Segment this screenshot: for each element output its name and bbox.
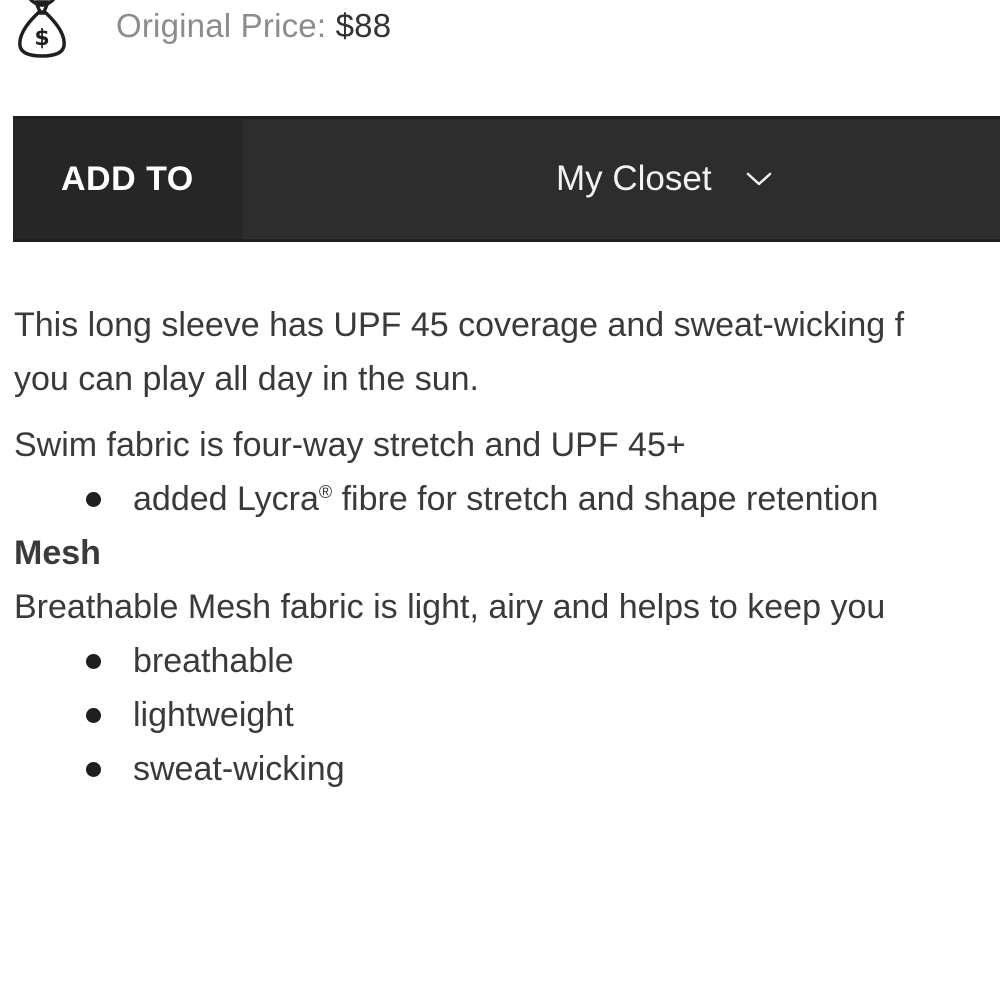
product-details-page: $ Original Price: $88 ADD TO My Closet T… (0, 0, 1000, 1000)
original-price-value: $88 (335, 7, 392, 44)
description-intro-line2: you can play all day in the sun. (14, 360, 479, 398)
mesh-heading: Mesh (14, 534, 101, 572)
chevron-down-icon (746, 171, 772, 187)
registered-mark: ® (318, 482, 333, 502)
list-item: added Lycra® fibre for stretch and shape… (14, 472, 1000, 526)
closet-dropdown-value: My Closet (556, 159, 712, 198)
add-to-button[interactable]: ADD TO (13, 119, 243, 239)
description-intro-line1: This long sleeve has UPF 45 coverage and… (14, 306, 905, 344)
description-intro: This long sleeve has UPF 45 coverage and… (14, 298, 1000, 406)
product-description: This long sleeve has UPF 45 coverage and… (14, 298, 1000, 796)
money-bag-icon: $ (14, 0, 74, 60)
swim-item-text: added Lycra (133, 480, 319, 518)
original-price-row: $ Original Price: $88 (14, 0, 391, 60)
list-item: sweat-wicking (14, 742, 1000, 796)
original-price-label: Original Price: (116, 7, 327, 44)
list-item: lightweight (14, 688, 1000, 742)
mesh-fabric-list: breathable lightweight sweat-wicking (14, 634, 1000, 796)
svg-text:$: $ (34, 26, 49, 51)
swim-fabric-list: added Lycra® fibre for stretch and shape… (14, 472, 1000, 526)
add-to-bar: ADD TO My Closet (13, 116, 1000, 242)
closet-dropdown[interactable]: My Closet (243, 119, 1000, 239)
swim-fabric-text: Swim fabric is four-way stretch and UPF … (14, 426, 686, 464)
original-price: Original Price: $88 (116, 7, 391, 45)
swim-item-text-rest: fibre for stretch and shape retention (332, 480, 879, 518)
mesh-fabric-text: Breathable Mesh fabric is light, airy an… (14, 588, 886, 626)
list-item: breathable (14, 634, 1000, 688)
